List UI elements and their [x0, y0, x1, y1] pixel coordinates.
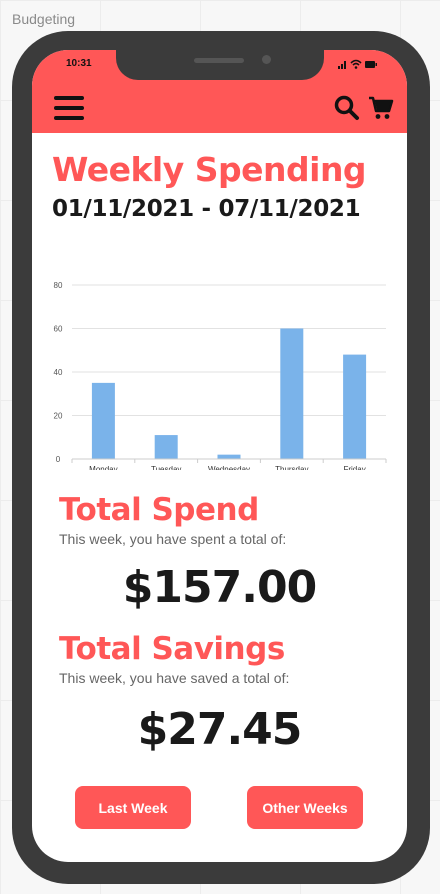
y-tick-label: 80: [54, 281, 63, 290]
page-title: Weekly Spending: [52, 150, 367, 189]
bar: [280, 328, 304, 459]
wifi-icon: [350, 59, 362, 69]
phone-frame: 10:31 Weekly Spending 01/11/2021 - 07/11…: [12, 31, 430, 884]
last-week-button[interactable]: Last Week: [75, 786, 191, 829]
total-spend-amount: $157.00: [122, 562, 317, 613]
bar: [91, 382, 115, 459]
total-spend-heading: Total Spend: [59, 492, 259, 528]
x-tick-label: Friday: [343, 465, 365, 470]
x-tick-label: Monday: [89, 465, 117, 470]
menu-icon[interactable]: [54, 96, 84, 120]
bar: [154, 435, 178, 459]
other-weeks-button[interactable]: Other Weeks: [247, 786, 363, 829]
bar: [343, 354, 367, 459]
total-savings-heading: Total Savings: [59, 631, 285, 667]
app-header: 10:31: [32, 50, 407, 133]
total-spend-subtitle: This week, you have spent a total of:: [59, 531, 287, 547]
x-tick-label: Wednesday: [208, 465, 250, 470]
signal-icon: [338, 61, 346, 69]
y-tick-label: 0: [56, 455, 61, 464]
battery-icon: [365, 61, 377, 68]
status-time: 10:31: [66, 58, 92, 69]
status-icons: [338, 59, 377, 69]
phone-notch: [116, 50, 324, 80]
y-tick-label: 20: [54, 412, 63, 421]
phone-screen: 10:31 Weekly Spending 01/11/2021 - 07/11…: [32, 50, 407, 862]
speaker-grille: [194, 58, 244, 63]
camera-icon: [262, 55, 271, 64]
spending-bar-chart: 0 20 40 60 80 Monday Tuesday Wednesday Thursday F…: [54, 281, 387, 470]
date-range: 01/11/2021 - 07/11/2021: [52, 196, 361, 222]
total-savings-amount: $27.45: [137, 704, 303, 755]
y-tick-label: 60: [54, 325, 63, 334]
x-tick-label: Thursday: [275, 465, 308, 470]
bar: [217, 454, 241, 459]
y-tick-label: 40: [54, 368, 63, 377]
canvas-title: Budgeting: [12, 11, 76, 27]
cart-icon[interactable]: [368, 95, 394, 121]
search-icon[interactable]: [334, 95, 360, 121]
x-tick-label: Tuesday: [151, 465, 181, 470]
total-savings-subtitle: This week, you have saved a total of:: [59, 670, 290, 686]
